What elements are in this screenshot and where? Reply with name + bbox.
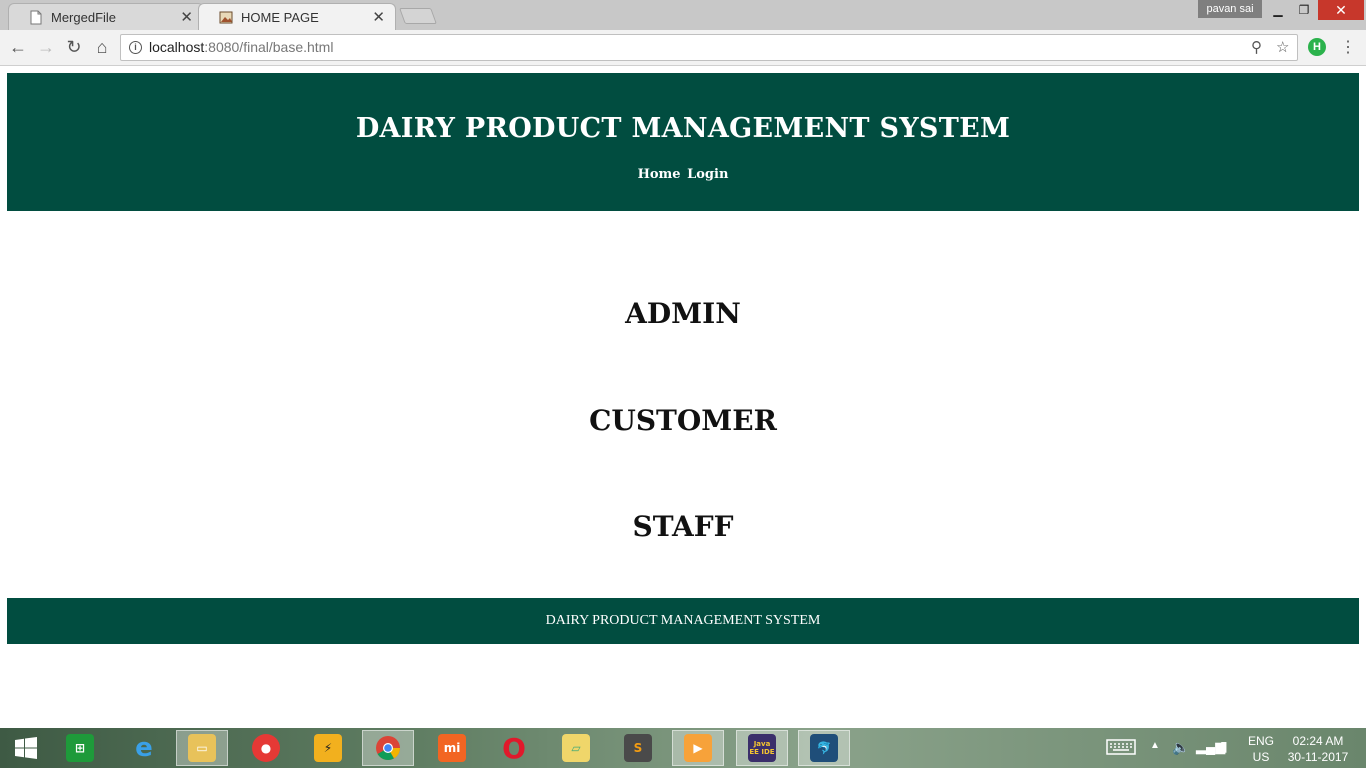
- taskbar-media-player[interactable]: ▶: [672, 730, 724, 766]
- reload-icon[interactable]: ↻: [64, 37, 84, 57]
- close-tab-icon[interactable]: ✕: [372, 8, 385, 26]
- extension-icon[interactable]: H: [1308, 38, 1326, 56]
- role-link-admin[interactable]: ADMIN: [0, 297, 1366, 330]
- browser-toolbar: ← → ↻ ⌂ i localhost:8080/final/base.html…: [0, 30, 1366, 66]
- start-button[interactable]: [0, 730, 52, 766]
- info-icon[interactable]: i: [129, 41, 142, 54]
- store-icon: ⊞: [66, 734, 94, 762]
- start-icon: [15, 737, 37, 759]
- home-icon[interactable]: ⌂: [92, 37, 112, 57]
- url-host: localhost: [149, 39, 205, 55]
- java-ee-ide-icon: Java EE IDE: [748, 734, 776, 762]
- windows-taskbar: ⊞ e ▭ ● ⚡ mi O ▱ S ▶ Java EE IDE 🐬 ▲ 🔈 ▂…: [0, 728, 1366, 768]
- screen-recorder-icon: ●: [252, 734, 280, 762]
- taskbar-winamp[interactable]: ⚡: [302, 730, 354, 766]
- mysql-workbench-icon: 🐬: [810, 734, 838, 762]
- role-link-customer[interactable]: CUSTOMER: [0, 404, 1366, 437]
- file-explorer-icon: ▭: [188, 734, 216, 762]
- volume-icon[interactable]: 🔈: [1172, 739, 1189, 779]
- battery-icon[interactable]: ▮: [1220, 738, 1228, 778]
- tab-mergedfile[interactable]: MergedFile ✕: [8, 3, 204, 30]
- internet-explorer-icon: e: [135, 733, 153, 763]
- tray-expand-icon[interactable]: ▲: [1150, 740, 1160, 780]
- taskbar-opera[interactable]: O: [488, 730, 540, 766]
- clock[interactable]: 02:24 AM 30-11-2017: [1286, 733, 1350, 773]
- taskbar-mi-pc-suite[interactable]: mi: [426, 730, 478, 766]
- media-player-icon: ▶: [684, 734, 712, 762]
- taskbar-chrome[interactable]: [362, 730, 414, 766]
- site-title: DAIRY PRODUCT MANAGEMENT SYSTEM: [355, 113, 1011, 144]
- clock-time: 02:24 AM: [1292, 734, 1344, 748]
- tab-title: MergedFile: [51, 9, 117, 25]
- site-header: DAIRY PRODUCT MANAGEMENT SYSTEM Home Log…: [7, 73, 1359, 211]
- back-icon[interactable]: ←: [8, 37, 28, 57]
- clock-date: 30-11-2017: [1287, 750, 1349, 764]
- bookmark-star-icon[interactable]: ☆: [1276, 35, 1289, 60]
- language-indicator[interactable]: ENG US: [1248, 733, 1274, 773]
- region-code: US: [1252, 750, 1270, 764]
- taskbar-screen-recorder[interactable]: ●: [240, 730, 292, 766]
- taskbar-file-explorer[interactable]: ▭: [176, 730, 228, 766]
- taskbar-sublime-text[interactable]: S: [612, 730, 664, 766]
- tab-title: HOME PAGE: [241, 9, 319, 25]
- taskbar-store[interactable]: ⊞: [54, 730, 106, 766]
- minimize-icon[interactable]: ▁: [1264, 0, 1292, 20]
- opera-icon: O: [502, 731, 526, 765]
- close-tab-icon[interactable]: ✕: [180, 8, 193, 26]
- taskbar-photos[interactable]: ▱: [550, 730, 602, 766]
- photos-icon: ▱: [562, 734, 590, 762]
- document-icon: [30, 10, 42, 24]
- address-bar[interactable]: i localhost:8080/final/base.html ⚲ ☆: [120, 34, 1298, 61]
- site-nav: Home Login: [7, 167, 1359, 182]
- nav-link-login[interactable]: Login: [687, 167, 728, 182]
- chrome-icon: [376, 736, 400, 761]
- taskbar-mysql-workbench[interactable]: 🐬: [798, 730, 850, 766]
- winamp-icon: ⚡: [314, 734, 342, 762]
- mi-pc-suite-icon: mi: [438, 734, 466, 762]
- keyboard-icon[interactable]: [1106, 738, 1136, 778]
- restore-icon[interactable]: ❐: [1290, 0, 1318, 20]
- new-tab-button[interactable]: [399, 8, 437, 24]
- zoom-icon[interactable]: ⚲: [1251, 35, 1262, 60]
- profile-badge[interactable]: pavan sai: [1198, 0, 1262, 18]
- url-path: :8080/final/base.html: [204, 39, 334, 55]
- taskbar-internet-explorer[interactable]: e: [118, 730, 170, 766]
- tab-home-page[interactable]: HOME PAGE ✕: [198, 3, 396, 30]
- language-code: ENG: [1248, 734, 1275, 748]
- role-link-staff[interactable]: STAFF: [0, 510, 1366, 543]
- image-favicon-icon: [219, 11, 233, 23]
- sublime-text-icon: S: [624, 734, 652, 762]
- web-page: DAIRY PRODUCT MANAGEMENT SYSTEM Home Log…: [0, 67, 1366, 728]
- browser-menu-icon[interactable]: ⋮: [1340, 37, 1356, 57]
- site-footer: DAIRY PRODUCT MANAGEMENT SYSTEM: [7, 598, 1359, 644]
- forward-icon[interactable]: →: [36, 37, 56, 57]
- window-close-icon[interactable]: ✕: [1318, 0, 1364, 20]
- browser-tabstrip: MergedFile ✕ HOME PAGE ✕ pavan sai ▁ ❐ ✕: [0, 0, 1366, 30]
- nav-link-home[interactable]: Home: [638, 167, 681, 182]
- taskbar-java-ee-ide[interactable]: Java EE IDE: [736, 730, 788, 766]
